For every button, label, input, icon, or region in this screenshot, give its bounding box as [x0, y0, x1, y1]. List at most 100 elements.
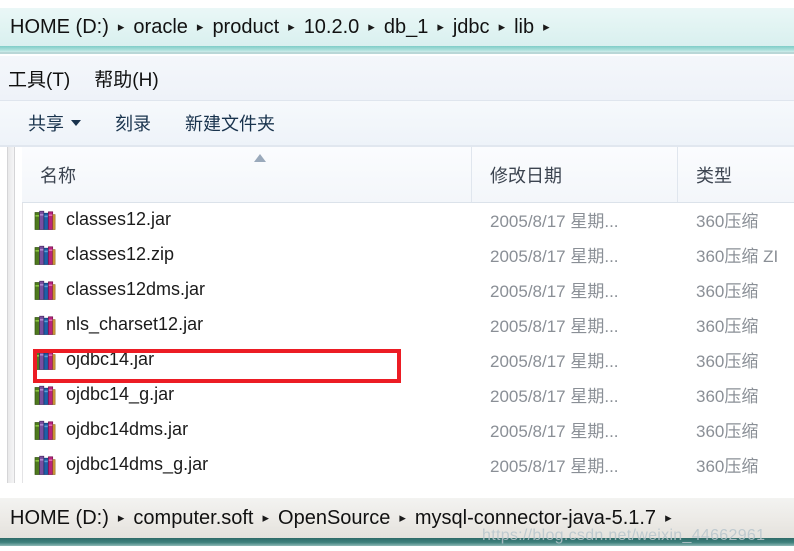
- cell-file-type: 360压缩: [678, 277, 794, 302]
- toolbar-new-folder-label: 新建文件夹: [185, 114, 275, 134]
- archive-zip-icon: [34, 384, 56, 406]
- cell-file-type: 360压缩: [678, 382, 794, 407]
- cell-date-modified: 2005/8/17 星期...: [472, 277, 678, 302]
- file-rows: classes12.jar 2005/8/17 星期... 360压缩 classes…: [22, 202, 794, 483]
- table-row[interactable]: classes12.zip 2005/8/17 星期... 360压缩 ZI: [22, 237, 794, 272]
- table-row[interactable]: ojdbc14.jar 2005/8/17 星期... 360压缩: [22, 342, 794, 377]
- breadcrumb-secondary-segment-2[interactable]: OpenSource: [278, 507, 390, 530]
- toolbar-new-folder[interactable]: 新建文件夹: [185, 110, 275, 136]
- explorer-window-oracle-lib: HOME (D:) ▸ oracle ▸ product ▸ 10.2.0 ▸ db_1 ▸ jdb…: [0, 0, 794, 485]
- breadcrumb-segment-3[interactable]: 10.2.0: [304, 16, 360, 39]
- date-modified-label: 2005/8/17 星期...: [490, 247, 619, 266]
- cell-file-name[interactable]: ojdbc14dms.jar: [22, 419, 472, 441]
- archive-zip-icon: [34, 314, 56, 336]
- cell-date-modified: 2005/8/17 星期...: [472, 242, 678, 267]
- file-name-label: nls_charset12.jar: [66, 314, 204, 334]
- file-name-label: ojdbc14dms_g.jar: [66, 454, 209, 474]
- column-name[interactable]: 名称: [22, 147, 472, 202]
- command-toolbar: 共享 刻录 新建文件夹: [0, 101, 794, 145]
- cell-file-type: 360压缩: [678, 452, 794, 477]
- file-name-label: ojdbc14.jar: [66, 349, 155, 369]
- file-type-label: 360压缩: [696, 422, 759, 441]
- file-type-label: 360压缩: [696, 457, 759, 476]
- toolbar-burn-label: 刻录: [115, 114, 151, 134]
- archive-zip-icon: [34, 349, 56, 371]
- table-row[interactable]: classes12dms.jar 2005/8/17 星期... 360压缩: [22, 272, 794, 307]
- address-bar-secondary-base: [0, 546, 794, 551]
- chevron-right-icon[interactable]: ▸: [499, 20, 506, 33]
- cell-file-type: 360压缩: [678, 312, 794, 337]
- chevron-right-icon[interactable]: ▸: [118, 20, 125, 33]
- cell-file-name[interactable]: classes12.zip: [22, 244, 472, 266]
- navigation-pane-splitter[interactable]: [7, 147, 15, 483]
- toolbar-burn[interactable]: 刻录: [115, 110, 151, 136]
- cell-file-name[interactable]: ojdbc14_g.jar: [22, 384, 472, 406]
- menu-bar: 工具(T) 帮助(H): [0, 56, 794, 100]
- chevron-right-icon[interactable]: ▸: [665, 511, 672, 524]
- table-row[interactable]: nls_charset12.jar 2005/8/17 星期... 360压缩: [22, 307, 794, 342]
- cell-file-name[interactable]: nls_charset12.jar: [22, 314, 472, 336]
- cell-date-modified: 2005/8/17 星期...: [472, 382, 678, 407]
- chevron-right-icon[interactable]: ▸: [262, 511, 269, 524]
- cell-file-name[interactable]: ojdbc14.jar: [22, 349, 472, 371]
- address-bar-accent-band-shadow: [0, 52, 794, 54]
- toolbar-share[interactable]: 共享: [28, 110, 81, 136]
- cell-date-modified: 2005/8/17 星期...: [472, 312, 678, 337]
- breadcrumb-root[interactable]: HOME (D:): [10, 16, 109, 39]
- chevron-right-icon[interactable]: ▸: [437, 20, 444, 33]
- column-header-row: 名称 修改日期 类型: [22, 147, 794, 203]
- chevron-down-icon[interactable]: [71, 120, 81, 126]
- cell-file-name[interactable]: classes12dms.jar: [22, 279, 472, 301]
- column-name-label: 名称: [40, 165, 76, 186]
- table-row[interactable]: classes12.jar 2005/8/17 星期... 360压缩: [22, 202, 794, 237]
- file-type-label: 360压缩: [696, 317, 759, 336]
- table-row[interactable]: ojdbc14dms_g.jar 2005/8/17 星期... 360压缩: [22, 447, 794, 482]
- date-modified-label: 2005/8/17 星期...: [490, 212, 619, 231]
- date-modified-label: 2005/8/17 星期...: [490, 317, 619, 336]
- breadcrumb-segment-6[interactable]: lib: [514, 16, 534, 39]
- breadcrumb-segment-4[interactable]: db_1: [384, 16, 429, 39]
- chevron-right-icon[interactable]: ▸: [543, 20, 550, 33]
- date-modified-label: 2005/8/17 星期...: [490, 282, 619, 301]
- chevron-right-icon[interactable]: ▸: [197, 20, 204, 33]
- cell-file-type: 360压缩 ZI: [678, 242, 794, 267]
- cell-date-modified: 2005/8/17 星期...: [472, 207, 678, 232]
- breadcrumb-segment-5[interactable]: jdbc: [453, 16, 490, 39]
- file-name-label: classes12.zip: [66, 244, 175, 264]
- archive-zip-icon: [34, 419, 56, 441]
- file-name-label: classes12.jar: [66, 209, 172, 229]
- breadcrumb-secondary-root[interactable]: HOME (D:): [10, 507, 109, 530]
- table-row[interactable]: ojdbc14dms.jar 2005/8/17 星期... 360压缩: [22, 412, 794, 447]
- date-modified-label: 2005/8/17 星期...: [490, 352, 619, 371]
- file-name-label: ojdbc14dms.jar: [66, 419, 189, 439]
- breadcrumb-segment-2[interactable]: product: [212, 16, 279, 39]
- cell-file-name[interactable]: classes12.jar: [22, 209, 472, 231]
- menu-help[interactable]: 帮助(H): [94, 65, 158, 92]
- column-type-label: 类型: [696, 165, 732, 186]
- column-date-modified[interactable]: 修改日期: [472, 147, 678, 202]
- chevron-right-icon[interactable]: ▸: [399, 511, 406, 524]
- cell-file-type: 360压缩: [678, 347, 794, 372]
- file-name-label: ojdbc14_g.jar: [66, 384, 175, 404]
- cell-date-modified: 2005/8/17 星期...: [472, 417, 678, 442]
- watermark: https://blog.csdn.net/weixin_44662961: [482, 527, 766, 544]
- date-modified-label: 2005/8/17 星期...: [490, 422, 619, 441]
- file-type-label: 360压缩: [696, 387, 759, 406]
- file-list-area: 名称 修改日期 类型 classes12.jar 2005/8/17 星期... 360…: [0, 147, 794, 485]
- column-date-modified-label: 修改日期: [490, 165, 562, 186]
- chevron-right-icon[interactable]: ▸: [368, 20, 375, 33]
- table-row[interactable]: ojdbc14_g.jar 2005/8/17 星期... 360压缩: [22, 377, 794, 412]
- column-type[interactable]: 类型: [678, 147, 794, 202]
- archive-zip-icon: [34, 454, 56, 476]
- breadcrumb-segment-1[interactable]: oracle: [133, 16, 187, 39]
- file-type-label: 360压缩: [696, 212, 759, 231]
- cell-file-name[interactable]: ojdbc14dms_g.jar: [22, 454, 472, 476]
- chevron-right-icon[interactable]: ▸: [118, 511, 125, 524]
- menu-tools[interactable]: 工具(T): [8, 65, 70, 92]
- date-modified-label: 2005/8/17 星期...: [490, 457, 619, 476]
- toolbar-share-label: 共享: [28, 114, 64, 134]
- chevron-right-icon[interactable]: ▸: [288, 20, 295, 33]
- breadcrumb-secondary-segment-1[interactable]: computer.soft: [133, 507, 253, 530]
- cell-file-type: 360压缩: [678, 207, 794, 232]
- address-bar[interactable]: HOME (D:) ▸ oracle ▸ product ▸ 10.2.0 ▸ db_1 ▸ jdb…: [0, 8, 794, 46]
